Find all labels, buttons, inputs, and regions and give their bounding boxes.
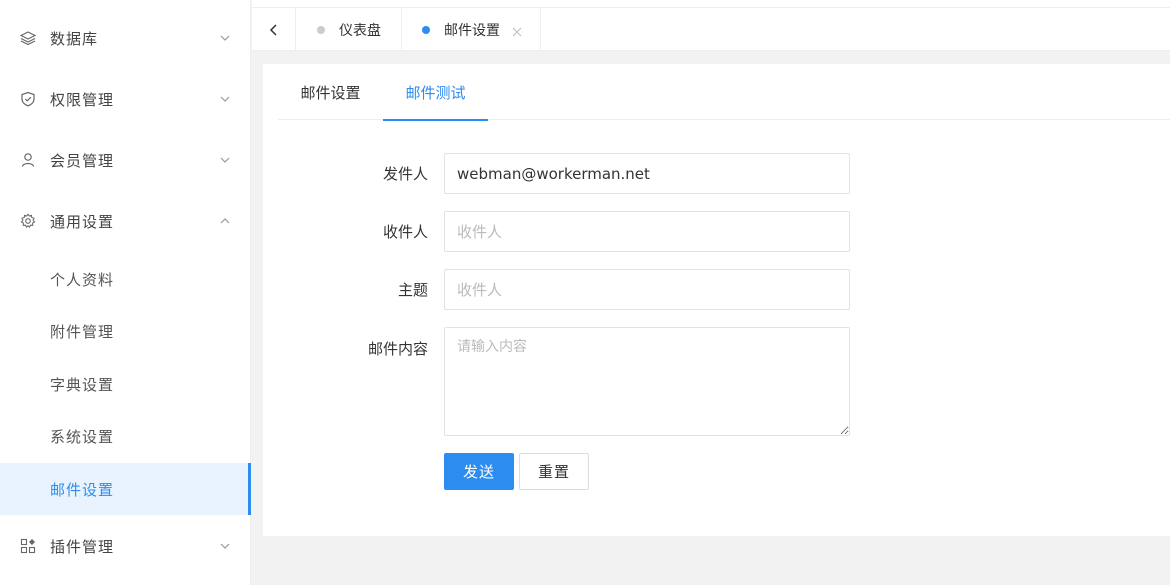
tab-dashboard[interactable]: 仪表盘 [297,8,402,51]
main-card: 邮件设置 邮件测试 发件人 收件人 主题 邮件内容 发送 重置 [263,64,1170,536]
shield-icon [20,91,36,107]
from-label: 发件人 [382,165,428,183]
to-label: 收件人 [382,223,428,241]
sidebar: 数据库 权限管理 会员管理 通用设置 个人资料 附件管理 字典设置 系统设置 邮… [0,0,251,585]
from-input[interactable] [444,153,850,194]
subtab-bar: 邮件设置 邮件测试 [278,64,1170,121]
chevron-down-icon [218,153,232,167]
apps-icon [20,538,36,554]
tab-mail-settings[interactable]: 邮件设置 [402,8,541,51]
sidebar-subitem-profile[interactable]: 个人资料 [0,253,251,305]
sidebar-item-members[interactable]: 会员管理 [0,134,251,186]
sidebar-item-database[interactable]: 数据库 [0,12,251,64]
sidebar-item-label: 权限管理 [50,90,115,109]
to-input[interactable] [444,211,850,252]
chevron-down-icon [218,92,232,106]
sidebar-subitem-attachments[interactable]: 附件管理 [0,305,251,357]
sidebar-item-label: 数据库 [50,29,99,48]
tab-scroll-left-button[interactable] [252,8,296,51]
user-icon [20,152,36,168]
content-label: 邮件内容 [367,340,428,358]
sidebar-subitem-label: 个人资料 [50,270,115,289]
chevron-left-icon [269,23,277,36]
close-icon[interactable] [512,25,522,36]
chevron-up-icon [218,214,232,228]
sidebar-subitem-label: 邮件设置 [50,480,115,499]
sidebar-subitem-label: 字典设置 [50,375,115,394]
sidebar-subitem-label: 系统设置 [50,427,115,446]
sidebar-item-general-settings[interactable]: 通用设置 [0,195,251,247]
sidebar-subitem-dictionary[interactable]: 字典设置 [0,358,251,410]
sidebar-item-label: 会员管理 [50,151,115,170]
sidebar-item-permissions[interactable]: 权限管理 [0,73,251,125]
sidebar-subitem-system-settings[interactable]: 系统设置 [0,410,251,462]
chevron-down-icon [218,31,232,45]
sidebar-item-plugins[interactable]: 插件管理 [0,520,251,572]
sidebar-subitem-label: 附件管理 [50,322,115,341]
gear-icon [20,213,36,229]
tab-bar: 仪表盘 邮件设置 [252,8,1170,51]
sidebar-item-label: 插件管理 [50,537,115,556]
tab-label: 邮件设置 [444,22,500,39]
chevron-down-icon [218,539,232,553]
subtab-mail-settings[interactable]: 邮件设置 [278,64,383,120]
header-strip [252,0,1170,8]
tab-label: 仪表盘 [339,22,381,39]
sidebar-subitem-mail-settings[interactable]: 邮件设置 [0,463,251,515]
tab-status-dot [422,25,430,34]
send-button[interactable]: 发送 [444,453,514,490]
sidebar-item-label: 通用设置 [50,212,115,231]
tab-status-dot [317,25,325,34]
subject-label: 主题 [397,281,428,299]
content-textarea[interactable] [444,327,850,436]
subtab-mail-test[interactable]: 邮件测试 [383,64,488,121]
reset-button[interactable]: 重置 [519,453,589,490]
subject-input[interactable] [444,269,850,310]
layers-icon [20,30,36,46]
